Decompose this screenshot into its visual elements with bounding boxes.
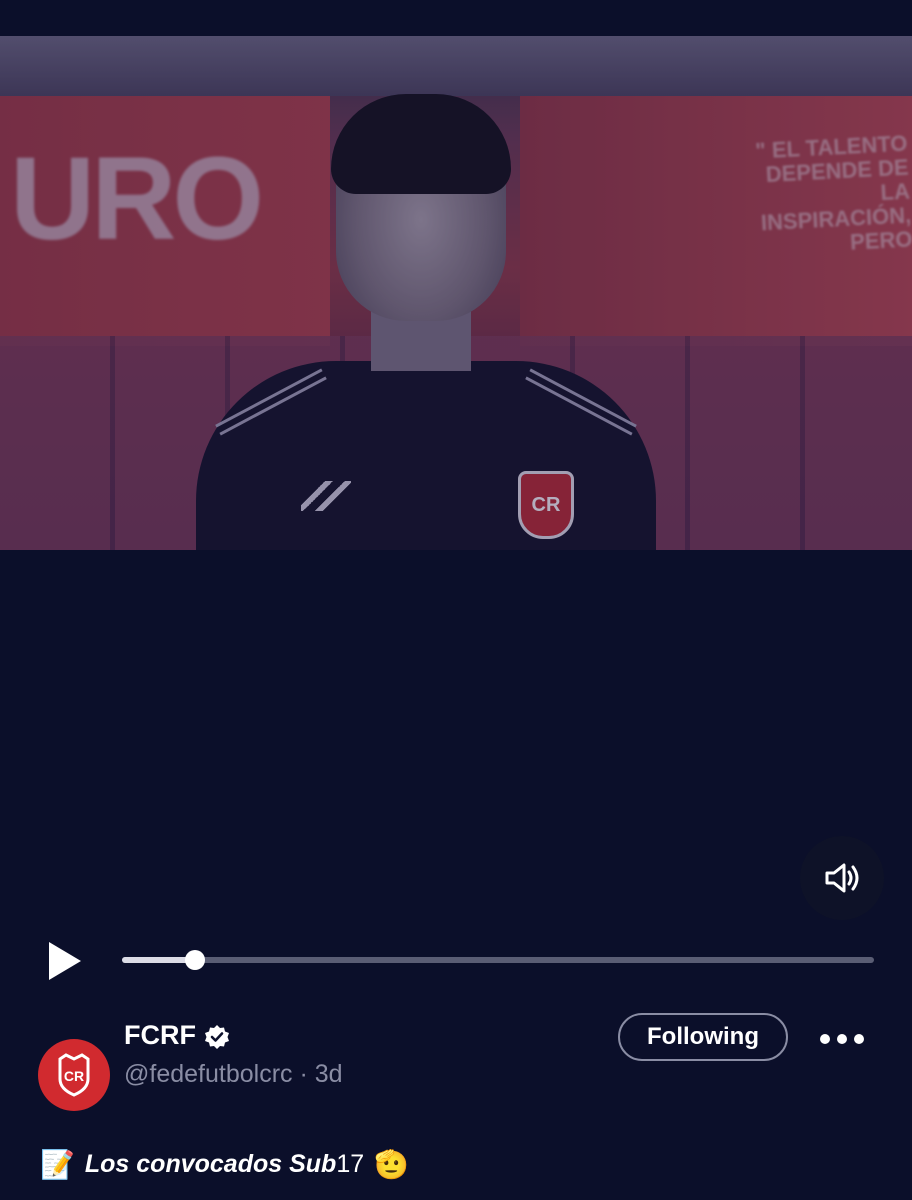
avatar-crest-text: CR xyxy=(64,1068,84,1084)
salute-emoji: 🫡 xyxy=(374,1148,409,1181)
video-overlay xyxy=(0,36,912,550)
fcrf-crest-icon: CR xyxy=(58,1053,90,1097)
following-button[interactable]: Following xyxy=(618,1013,788,1061)
play-icon xyxy=(49,942,81,980)
account-display-name[interactable]: FCRF xyxy=(124,1020,196,1051)
memo-emoji: 📝 xyxy=(40,1148,75,1181)
video-progress-fill xyxy=(122,957,195,963)
post-caption: 📝 Los convocados Sub17 🫡 xyxy=(40,1148,409,1181)
post-time[interactable]: 3d xyxy=(315,1060,343,1088)
more-dot xyxy=(837,1034,847,1044)
video-player[interactable]: URO " EL TALENTO DEPENDE DE LA INSPIRACI… xyxy=(0,36,912,550)
sound-toggle-button[interactable] xyxy=(800,836,884,920)
more-options-icon[interactable] xyxy=(814,1020,870,1058)
video-progress-thumb[interactable] xyxy=(184,950,205,970)
caption-text: Los convocados Sub17 xyxy=(85,1150,364,1179)
meta-separator: · xyxy=(299,1060,308,1088)
more-dot xyxy=(854,1034,864,1044)
speaker-volume-icon xyxy=(825,863,859,893)
more-dot xyxy=(820,1034,830,1044)
caption-number-text: 17 xyxy=(336,1150,365,1178)
avatar[interactable]: CR xyxy=(38,1039,110,1111)
video-post-screen: URO " EL TALENTO DEPENDE DE LA INSPIRACI… xyxy=(0,0,912,1200)
account-handle-row: @fedefutbolcrc · 3d xyxy=(124,1060,343,1089)
account-handle[interactable]: @fedefutbolcrc xyxy=(124,1060,293,1088)
play-button[interactable] xyxy=(38,936,88,986)
verified-badge-icon xyxy=(205,1025,229,1049)
video-progress-bar[interactable] xyxy=(122,950,874,970)
caption-italic-text: Los convocados Sub xyxy=(84,1150,337,1178)
